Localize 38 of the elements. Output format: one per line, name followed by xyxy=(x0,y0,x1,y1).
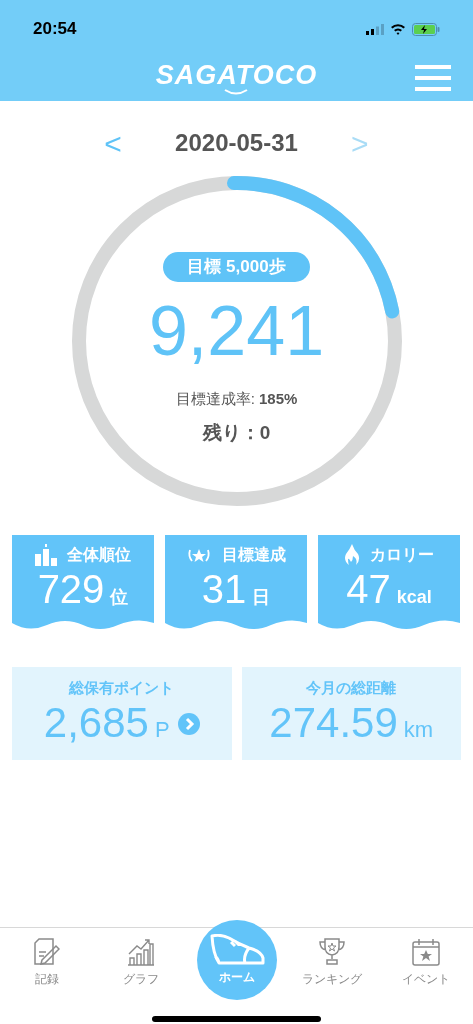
trophy-icon xyxy=(319,938,346,966)
stat-title: カロリー xyxy=(370,545,434,565)
stat-value: 47 xyxy=(346,569,391,609)
notepad-pencil-icon xyxy=(33,938,60,966)
chevron-circle-icon[interactable] xyxy=(177,712,200,735)
flame-icon xyxy=(344,544,360,566)
tab-bar-item[interactable]: グラフ xyxy=(93,928,188,1008)
podium-icon xyxy=(35,544,57,566)
stat-value: 729 xyxy=(37,569,105,609)
battery-icon xyxy=(412,22,440,36)
summary-value: 2,685 xyxy=(43,701,149,744)
summary-title: 総保有ポイント xyxy=(69,678,175,698)
stat-unit: 位 xyxy=(110,586,129,609)
stat-title: 全体順位 xyxy=(67,545,131,565)
date-label: 2020-05-31 xyxy=(175,128,298,158)
stat-unit: 日 xyxy=(252,586,271,609)
wifi-icon xyxy=(390,23,406,35)
stat-title: 目標達成 xyxy=(222,545,286,565)
goal-badge: 目標 5,000歩 xyxy=(163,252,310,282)
achievement-rate: 目標達成率: 185% xyxy=(175,389,298,409)
previous-date-button[interactable]: < xyxy=(101,120,126,166)
bar-chart-icon xyxy=(126,938,155,966)
stat-value: 31 xyxy=(201,569,247,609)
app-logo: SAGATOCO xyxy=(155,62,318,95)
signal-icon xyxy=(366,23,384,35)
summary-value: 274.59 xyxy=(269,701,398,744)
tab-bar-item[interactable]: ランキング xyxy=(285,928,380,1008)
summary-unit: P xyxy=(154,715,170,744)
menu-icon[interactable] xyxy=(415,65,451,91)
status-time: 20:54 xyxy=(33,18,77,41)
remaining-steps: 残り：0 xyxy=(202,418,271,447)
summary-unit: km xyxy=(403,715,434,744)
summary-title: 今月の総距離 xyxy=(306,678,397,698)
tab-bar-item[interactable]: ホーム xyxy=(196,920,277,1000)
step-count: 9,241 xyxy=(148,296,325,366)
stat-unit: kcal xyxy=(396,586,432,609)
tab-bar-item[interactable]: 記録 xyxy=(0,928,94,1008)
tab-bar-item[interactable]: イベント xyxy=(379,928,473,1008)
